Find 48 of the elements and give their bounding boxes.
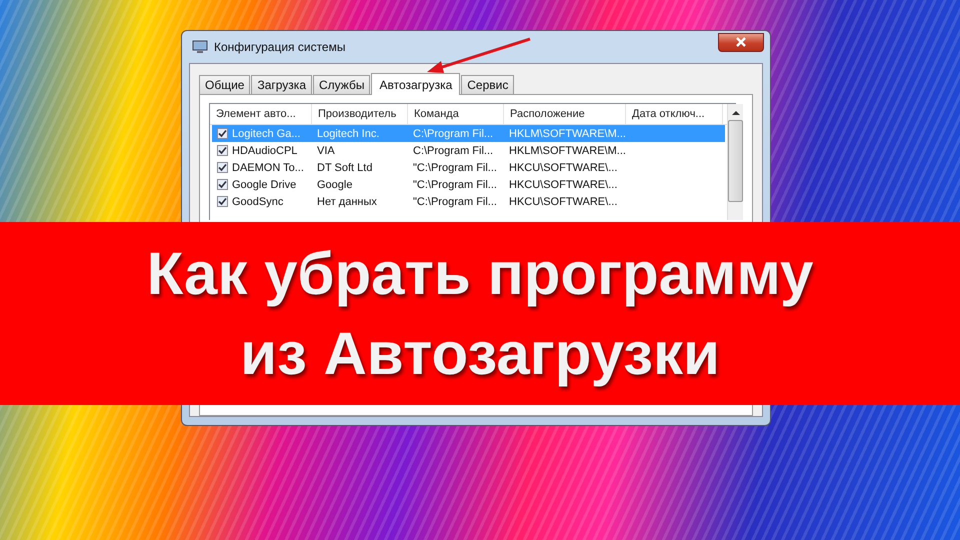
tab[interactable]: Сервис [461, 75, 514, 94]
tab[interactable]: Загрузка [251, 75, 312, 94]
table-cell-text: "C:\Program Fil... [412, 196, 498, 208]
table-cell: Google Drive [232, 178, 296, 190]
close-icon [735, 37, 747, 47]
table-cell: GoodSync [232, 196, 284, 208]
table-cell-text: HKLM\SOFTWARE\M... [508, 128, 627, 140]
banner-heading: из Автозагрузки [240, 318, 720, 388]
table-cell-text: C:\Program Fil... [412, 144, 494, 156]
scrollbar[interactable] [727, 104, 743, 220]
table-cell-text: HKLM\SOFTWARE\M... [508, 144, 627, 156]
checkbox[interactable] [217, 162, 228, 173]
table-cell-text: "C:\Program Fil... [412, 178, 498, 190]
column-header[interactable]: Дата отключ... [626, 104, 723, 124]
table-cell-text: "C:\Program Fil... [412, 162, 498, 174]
column-header[interactable]: Команда [408, 104, 504, 124]
table-cell: HDAudioCPL [232, 144, 298, 156]
close-button[interactable] [718, 32, 764, 52]
checkbox[interactable] [217, 128, 228, 139]
table-cell-text: Logitech Inc. [316, 128, 380, 140]
table-cell-text: HKCU\SOFTWARE\... [508, 178, 618, 190]
banner-heading: Как убрать программу [146, 238, 814, 308]
scroll-thumb[interactable] [728, 120, 743, 202]
column-header[interactable]: Элемент авто... [210, 104, 312, 124]
checkbox[interactable] [217, 179, 228, 190]
checkbox[interactable] [217, 196, 228, 207]
table-row[interactable]: DAEMON To... DT Soft Ltd "C:\Program Fil... HKCU\SOFTWARE\... [212, 159, 725, 176]
table-cell-text: Google [316, 178, 354, 190]
tab[interactable]: Службы [313, 75, 370, 94]
tab[interactable]: Автозагрузка [371, 73, 460, 95]
column-header[interactable]: Расположение [504, 104, 626, 124]
column-header[interactable]: Производитель [312, 104, 408, 124]
table-cell: Logitech Ga... [232, 128, 300, 140]
table-cell-text: VIA [316, 144, 336, 156]
table-cell: DAEMON To... [232, 162, 304, 174]
table-cell-text: HKCU\SOFTWARE\... [508, 162, 618, 174]
table-cell-text: HKCU\SOFTWARE\... [508, 196, 618, 208]
table-row[interactable]: Google Drive Google "C:\Program Fil... HKCU\SOFTWARE\... [212, 176, 725, 193]
table-cell-text: DT Soft Ltd [316, 162, 374, 174]
up-arrow-icon [732, 110, 740, 116]
table-row[interactable]: GoodSync Нет данных "C:\Program Fil... HKCU\SOFTWARE\... [212, 193, 725, 210]
window-title: Конфигурация системы [214, 40, 346, 54]
tab[interactable]: Общие [199, 75, 250, 94]
monitor-icon [192, 40, 208, 54]
checkbox[interactable] [217, 145, 228, 156]
table-cell-text: C:\Program Fil... [412, 128, 494, 140]
table-cell-text: Нет данных [316, 196, 378, 208]
table-row[interactable]: HDAudioCPL VIA C:\Program Fil... HKLM\SOFTWARE\M... [212, 142, 725, 159]
